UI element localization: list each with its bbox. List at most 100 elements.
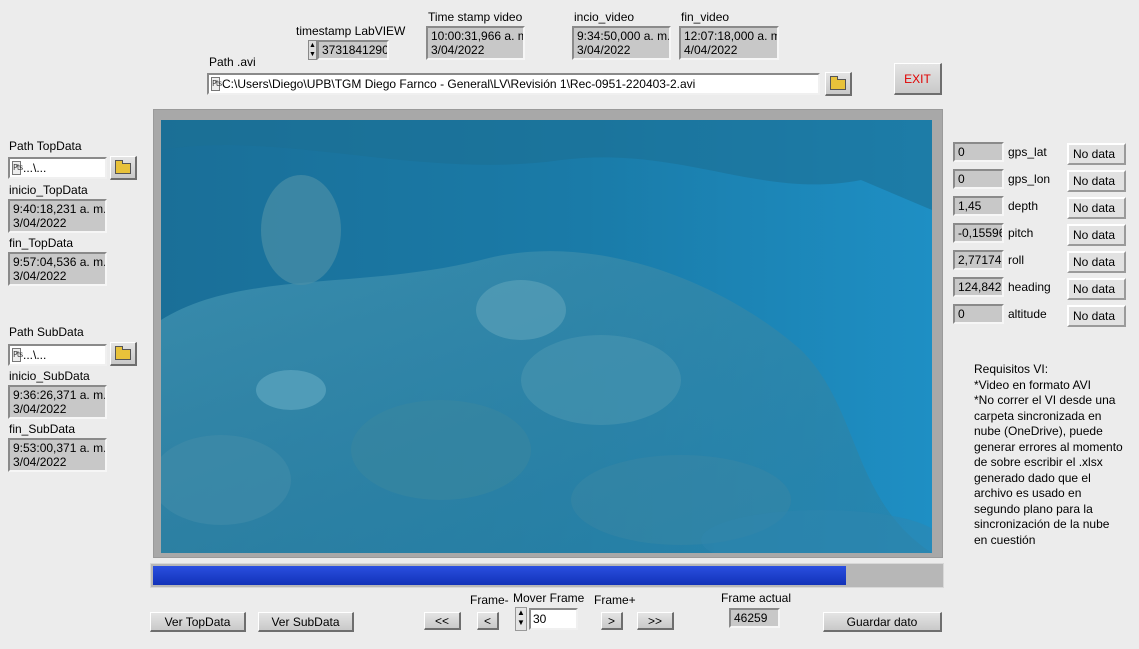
browse-subdata-button[interactable] — [110, 342, 137, 366]
next-frame-button[interactable]: > — [601, 612, 623, 630]
sensor-gps_lat-label: gps_lat — [1008, 145, 1047, 159]
ver-subdata-button[interactable]: Ver SubData — [258, 612, 354, 632]
ver-topdata-label: Ver TopData — [164, 614, 231, 629]
fin-subdata-value: 9:53:00,371 a. m. 3/04/2022 — [8, 438, 107, 472]
video-progress-bar — [150, 563, 944, 588]
folder-icon — [115, 160, 131, 174]
notes-title: Requisitos VI: — [974, 362, 1049, 376]
path-topdata-value: ...\... — [23, 161, 47, 175]
fin-subdata-date: 3/04/2022 — [13, 455, 67, 469]
sensor-depth-label: depth — [1008, 199, 1039, 213]
inicio-topdata-value: 9:40:18,231 a. m. 3/04/2022 — [8, 199, 107, 233]
mover-frame-spinner[interactable]: ▲ ▼ — [515, 607, 527, 631]
frame-plus-label: Frame+ — [594, 593, 636, 607]
frame-minus-label: Frame- — [470, 593, 509, 607]
sensor-depth-status: No data — [1067, 197, 1126, 219]
sensor-pitch-value: -0,15596 — [953, 223, 1004, 243]
sensor-depth-value: 1,45 — [953, 196, 1004, 216]
ver-subdata-label: Ver SubData — [271, 614, 340, 629]
sensor-gps_lat-value: 0 — [953, 142, 1004, 162]
timestamp-spinner[interactable]: ▲ ▼ — [308, 40, 317, 60]
sensor-altitude-value: 0 — [953, 304, 1004, 324]
ver-topdata-button[interactable]: Ver TopData — [150, 612, 246, 632]
fin-topdata-label: fin_TopData — [9, 236, 74, 250]
requirements-notes: Requisitos VI: *Video en formato AVI *No… — [974, 362, 1124, 548]
rewind-button[interactable]: << — [424, 612, 461, 630]
forward-label: >> — [647, 613, 662, 628]
inicio-video-date: 3/04/2022 — [577, 43, 631, 57]
video-progress-fill — [153, 566, 846, 585]
fin-video-value: 12:07:18,000 a. m. 4/04/2022 — [679, 26, 779, 60]
fin-video-date: 4/04/2022 — [684, 43, 738, 57]
inicio-subdata-value: 9:36:26,371 a. m. 3/04/2022 — [8, 385, 107, 419]
inicio-video-time: 9:34:50,000 a. m. — [577, 29, 671, 43]
inicio-video-label: incio_video — [574, 10, 635, 24]
inicio-video-value: 9:34:50,000 a. m. 3/04/2022 — [572, 26, 671, 60]
fin-video-time: 12:07:18,000 a. m. — [684, 29, 779, 43]
video-frame — [153, 109, 943, 558]
path-topdata-input[interactable]: ₧ ...\... — [8, 157, 107, 179]
timestamp-video-value: 10:00:31,966 a. m. 3/04/2022 — [426, 26, 525, 60]
fin-topdata-date: 3/04/2022 — [13, 269, 67, 283]
sensor-gps_lon-status: No data — [1067, 170, 1126, 192]
sensor-heading-label: heading — [1008, 280, 1051, 294]
folder-icon — [115, 346, 131, 360]
path-type-icon: ₧ — [12, 161, 23, 175]
inicio-topdata-time: 9:40:18,231 a. m. — [13, 202, 107, 216]
browse-avi-button[interactable] — [825, 72, 852, 96]
sensor-heading-status: No data — [1067, 278, 1126, 300]
inicio-subdata-label: inicio_SubData — [9, 369, 90, 383]
folder-icon — [830, 76, 846, 90]
fin-subdata-label: fin_SubData — [9, 422, 76, 436]
sensor-roll-status: No data — [1067, 251, 1126, 273]
sensor-altitude-label: altitude — [1008, 307, 1047, 321]
prev-label: < — [483, 613, 491, 628]
timestamp-labview-label: timestamp LabVIEW — [296, 24, 406, 38]
timestamp-video-time: 10:00:31,966 a. m. — [431, 29, 525, 43]
exit-label: EXIT — [904, 71, 931, 86]
sensor-roll-label: roll — [1008, 253, 1025, 267]
sensor-gps_lon-label: gps_lon — [1008, 172, 1051, 186]
timestamp-labview-value: 3731841290 — [317, 40, 389, 60]
path-avi-value: C:\Users\Diego\UPB\TGM Diego Farnco - Ge… — [222, 77, 696, 91]
prev-frame-button[interactable]: < — [477, 612, 499, 630]
path-topdata-label: Path TopData — [9, 139, 82, 153]
inicio-topdata-label: inicio_TopData — [9, 183, 88, 197]
exit-button[interactable]: EXIT — [894, 63, 942, 95]
sensor-gps_lat-status: No data — [1067, 143, 1126, 165]
fin-subdata-time: 9:53:00,371 a. m. — [13, 441, 107, 455]
frame-actual-value: 46259 — [729, 608, 780, 628]
fin-video-label: fin_video — [681, 10, 730, 24]
rewind-label: << — [434, 613, 449, 628]
sensor-pitch-label: pitch — [1008, 226, 1034, 240]
timestamp-video-label: Time stamp video — [428, 10, 523, 24]
mover-frame-label: Mover Frame — [513, 591, 585, 605]
frame-actual-label: Frame actual — [721, 591, 792, 605]
mover-frame-input[interactable]: 30 — [529, 608, 578, 630]
path-type-icon: ₧ — [12, 348, 23, 362]
fin-topdata-value: 9:57:04,536 a. m. 3/04/2022 — [8, 252, 107, 286]
notes-line2: *No correr el VI desde una carpeta sincr… — [974, 393, 1123, 547]
sensor-heading-value: 124,842 — [953, 277, 1004, 297]
sensor-pitch-status: No data — [1067, 224, 1126, 246]
path-subdata-input[interactable]: ₧ ...\... — [8, 344, 107, 366]
guardar-dato-label: Guardar dato — [846, 614, 918, 629]
sensor-gps_lon-value: 0 — [953, 169, 1004, 189]
sensor-roll-value: 2,77174 — [953, 250, 1004, 270]
inicio-topdata-date: 3/04/2022 — [13, 216, 67, 230]
next-label: > — [607, 613, 615, 628]
fin-topdata-time: 9:57:04,536 a. m. — [13, 255, 107, 269]
path-subdata-label: Path SubData — [9, 325, 84, 339]
path-avi-input[interactable]: ₧ C:\Users\Diego\UPB\TGM Diego Farnco - … — [207, 73, 820, 95]
inicio-subdata-time: 9:36:26,371 a. m. — [13, 388, 107, 402]
path-type-icon: ₧ — [211, 77, 222, 91]
path-subdata-value: ...\... — [23, 348, 47, 362]
path-avi-label: Path .avi — [209, 55, 256, 69]
notes-line1: *Video en formato AVI — [974, 377, 1091, 392]
guardar-dato-button[interactable]: Guardar dato — [823, 612, 942, 632]
timestamp-video-date: 3/04/2022 — [431, 43, 485, 57]
browse-topdata-button[interactable] — [110, 156, 137, 180]
sensor-altitude-status: No data — [1067, 305, 1126, 327]
forward-button[interactable]: >> — [637, 612, 674, 630]
video-display — [161, 120, 932, 553]
